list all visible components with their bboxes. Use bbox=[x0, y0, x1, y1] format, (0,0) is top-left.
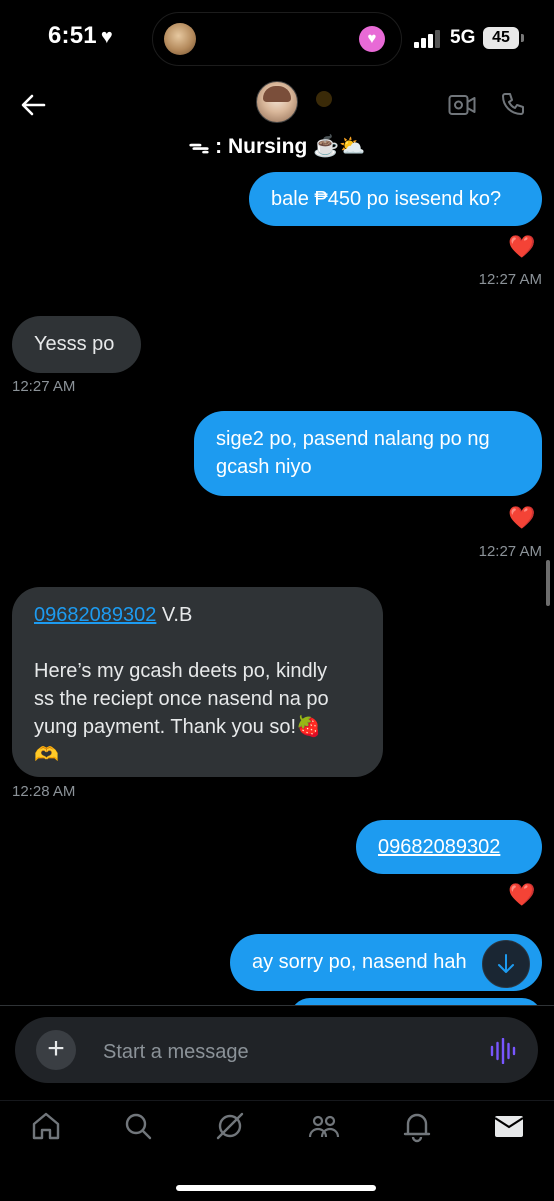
message-text-line: ss the reciept once nasend na po bbox=[34, 688, 329, 710]
phone-call-icon[interactable] bbox=[500, 91, 526, 117]
conversation-header: ᯓ : Nursing ☕️⛅️ bbox=[0, 78, 554, 170]
arrow-down-icon bbox=[498, 954, 514, 973]
video-call-icon[interactable] bbox=[448, 94, 476, 116]
voice-wave-icon[interactable] bbox=[489, 1038, 517, 1064]
message-bubble-sent[interactable]: sige2 po, pasend nalang po ng gcash niyo bbox=[194, 411, 542, 496]
heart-reaction-icon[interactable]: ❤️ bbox=[508, 882, 535, 908]
search-icon[interactable] bbox=[121, 1109, 155, 1143]
message-text: ay sorry po, nasend hah bbox=[252, 951, 467, 973]
scrollbar[interactable] bbox=[546, 560, 550, 606]
communities-icon[interactable] bbox=[307, 1109, 341, 1143]
network-type: 5G bbox=[450, 27, 476, 48]
message-composer: + bbox=[15, 1017, 538, 1083]
heart-reaction-icon[interactable]: ❤️ bbox=[508, 505, 535, 531]
message-text-line: Here’s my gcash deets po, kindly bbox=[34, 660, 328, 682]
message-list[interactable]: bale ₱450 po isesend ko? ❤️ 12:27 AM Yes… bbox=[0, 170, 554, 1005]
message-timestamp: 12:27 AM bbox=[478, 543, 542, 560]
status-time: 6:51 ♥ bbox=[48, 22, 113, 50]
island-heart-icon: ♥ bbox=[359, 26, 385, 52]
conversation-title[interactable]: ᯓ : Nursing ☕️⛅️ bbox=[0, 132, 554, 160]
message-timestamp: 12:27 AM bbox=[478, 271, 542, 288]
message-bubble-sent[interactable]: 09682089302 bbox=[356, 820, 542, 874]
heart-icon: ♥ bbox=[100, 26, 113, 48]
status-bar: 6:51 ♥ ♥ 5G 45 bbox=[0, 0, 554, 78]
message-bubble-sent[interactable]: bale ₱450 po isesend ko? bbox=[249, 172, 542, 226]
scroll-to-bottom-button[interactable] bbox=[482, 940, 530, 988]
bottom-tab-bar bbox=[0, 1100, 554, 1201]
message-text: bale ₱450 po isesend ko? bbox=[271, 188, 502, 210]
plus-icon[interactable]: + bbox=[36, 1030, 76, 1070]
battery-tip bbox=[521, 34, 524, 42]
message-text-line: gcash niyo bbox=[216, 456, 312, 478]
notifications-icon[interactable] bbox=[400, 1109, 434, 1143]
message-bubble-sent-partial[interactable] bbox=[290, 998, 542, 1005]
avatar[interactable] bbox=[256, 81, 298, 123]
phone-number-link[interactable]: 09682089302 bbox=[34, 604, 156, 626]
island-photo-icon bbox=[164, 23, 196, 55]
message-timestamp: 12:28 AM bbox=[12, 783, 76, 800]
home-icon[interactable] bbox=[29, 1109, 63, 1143]
message-timestamp: 12:27 AM bbox=[12, 378, 76, 395]
dynamic-island: ♥ bbox=[152, 12, 402, 66]
arrow-left-icon[interactable] bbox=[18, 90, 48, 120]
message-text: V.B bbox=[156, 604, 193, 626]
battery-icon: 45 bbox=[483, 27, 519, 49]
cellular-signal-icon bbox=[414, 30, 440, 48]
clock-text: 6:51 bbox=[48, 22, 97, 49]
message-bubble-received[interactable]: 09682089302 V.B Here’s my gcash deets po… bbox=[12, 587, 383, 777]
battery-level: 45 bbox=[492, 29, 510, 46]
message-text-line: yung payment. Thank you so!🍓 bbox=[34, 716, 321, 738]
message-bubble-received[interactable]: Yesss po bbox=[12, 316, 141, 373]
decorative-dot bbox=[316, 91, 332, 107]
phone-number-link[interactable]: 09682089302 bbox=[378, 836, 500, 858]
message-input[interactable] bbox=[101, 1037, 465, 1067]
grok-icon[interactable] bbox=[213, 1109, 247, 1143]
heart-reaction-icon[interactable]: ❤️ bbox=[508, 234, 535, 260]
message-text: Yesss po bbox=[34, 333, 115, 355]
message-text-line: 🫶 bbox=[34, 744, 59, 766]
composer-bar: + bbox=[0, 1005, 554, 1101]
message-text-line: sige2 po, pasend nalang po ng bbox=[216, 428, 490, 450]
messages-icon[interactable] bbox=[492, 1109, 526, 1143]
home-indicator[interactable] bbox=[176, 1185, 376, 1191]
